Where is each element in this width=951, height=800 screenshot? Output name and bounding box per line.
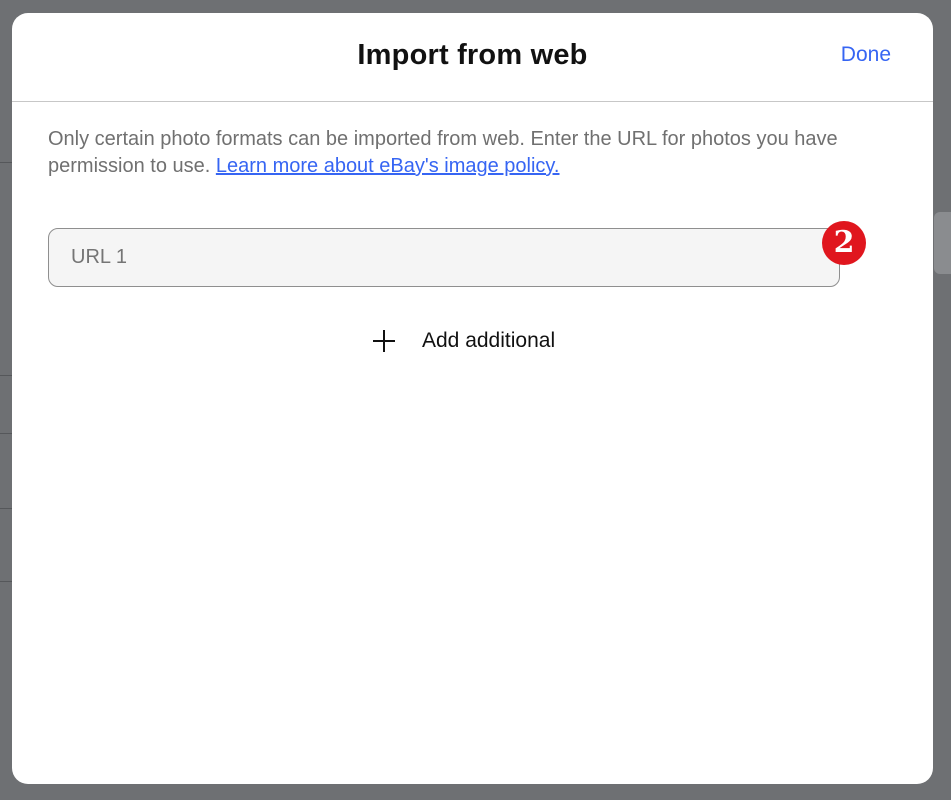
step-number-badge: 2 [822,221,866,265]
dialog-header: Import from web Done [12,13,933,102]
background-thumbnail [934,212,951,274]
background-divider [0,433,12,434]
background-divider [0,508,12,509]
url-input[interactable] [48,228,840,287]
plus-icon [372,329,396,353]
image-policy-link[interactable]: Learn more about eBay's image policy. [216,155,560,177]
background-divider [0,581,12,582]
add-additional-label: Add additional [422,329,556,352]
add-additional-button[interactable]: Add additional [372,325,555,357]
background-divider [0,162,12,163]
dialog-title: Import from web [357,39,588,71]
background-divider [0,375,12,376]
import-description: Only certain photo formats can be import… [48,126,908,180]
done-button[interactable]: Done [841,43,891,67]
import-from-web-dialog: Import from web Done Only certain photo … [12,13,933,784]
